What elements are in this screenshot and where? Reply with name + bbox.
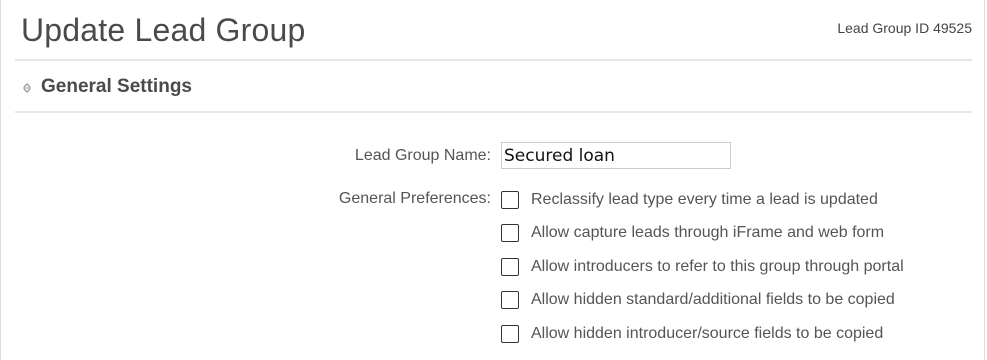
general-settings-toggle[interactable]: General Settings <box>21 76 192 98</box>
expand-collapse-icon <box>21 81 33 93</box>
hidden-introducer-fields-checkbox[interactable] <box>501 325 519 343</box>
lead-group-name-input[interactable] <box>501 142 731 169</box>
preference-label: Allow hidden introducer/source fields to… <box>531 325 884 342</box>
preference-label: Allow hidden standard/additional fields … <box>531 291 895 308</box>
preference-reclassify[interactable]: Reclassify lead type every time a lead i… <box>501 191 878 209</box>
page-frame: Update Lead Group Lead Group ID 49525 Ge… <box>0 0 985 360</box>
preference-label: Allow introducers to refer to this group… <box>531 258 904 275</box>
header-divider <box>15 59 972 61</box>
preference-introducer-portal[interactable]: Allow introducers to refer to this group… <box>501 258 904 276</box>
lead-group-name-label: Lead Group Name: <box>354 147 491 164</box>
introducer-portal-checkbox[interactable] <box>501 258 519 276</box>
preference-iframe-capture[interactable]: Allow capture leads through iFrame and w… <box>501 224 884 242</box>
preference-label: Reclassify lead type every time a lead i… <box>531 191 878 208</box>
preference-label: Allow capture leads through iFrame and w… <box>531 224 885 241</box>
hidden-standard-fields-checkbox[interactable] <box>501 291 519 309</box>
section-divider <box>15 111 972 113</box>
preference-hidden-introducer-fields[interactable]: Allow hidden introducer/source fields to… <box>501 325 883 343</box>
section-title: General Settings <box>41 76 192 97</box>
reclassify-checkbox[interactable] <box>501 191 519 209</box>
lead-group-id: Lead Group ID 49525 <box>837 20 972 36</box>
iframe-capture-checkbox[interactable] <box>501 224 519 242</box>
general-preferences-label: General Preferences: <box>338 190 491 207</box>
page-title: Update Lead Group <box>21 12 306 48</box>
preference-hidden-standard-fields[interactable]: Allow hidden standard/additional fields … <box>501 291 895 309</box>
